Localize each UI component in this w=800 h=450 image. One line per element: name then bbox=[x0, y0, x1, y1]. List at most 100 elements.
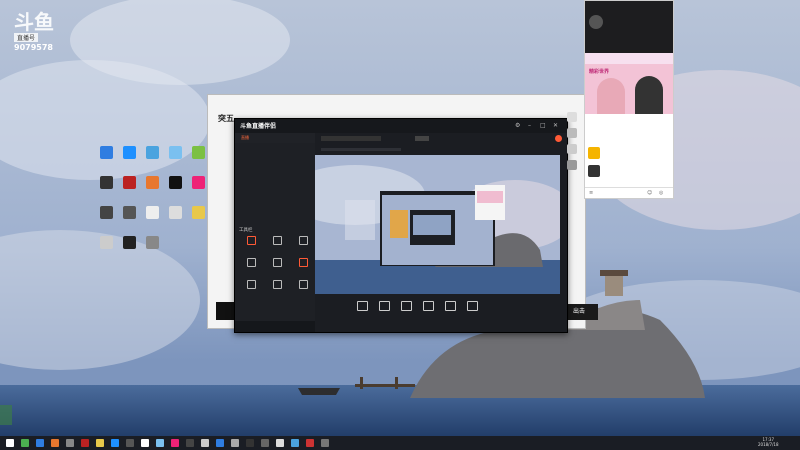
taskbar-app-icon[interactable] bbox=[66, 439, 74, 447]
close-icon[interactable]: ✕ bbox=[553, 122, 558, 129]
douyu-logo: 斗鱼 bbox=[14, 10, 54, 34]
streaming-app-window[interactable]: 斗鱼直播伴侣 ⚙ – □ ✕ 直播 工具栏 bbox=[234, 118, 568, 333]
desktop-icon[interactable] bbox=[95, 176, 117, 204]
desktop-icon[interactable] bbox=[187, 176, 209, 204]
edit-button[interactable] bbox=[415, 136, 429, 141]
taskbar-app-icon[interactable] bbox=[186, 439, 194, 447]
taskbar-app-icon[interactable] bbox=[126, 439, 134, 447]
tool-icon bbox=[298, 236, 308, 245]
taskbar-app-icon[interactable] bbox=[51, 439, 59, 447]
control-icon bbox=[466, 301, 478, 311]
desktop-icon[interactable] bbox=[141, 236, 163, 264]
desktop-icon[interactable] bbox=[187, 206, 209, 234]
taskbar-app-icon[interactable] bbox=[141, 439, 149, 447]
promo-banner[interactable]: 精彩世界 bbox=[585, 64, 673, 114]
desktop-icon[interactable] bbox=[118, 176, 140, 204]
app-icon bbox=[145, 176, 159, 189]
taskbar-app-icon[interactable] bbox=[36, 439, 44, 447]
sidebar-scene-item[interactable] bbox=[235, 143, 315, 153]
control-button[interactable] bbox=[459, 301, 485, 314]
tool-button[interactable] bbox=[291, 236, 315, 256]
tool-button[interactable] bbox=[291, 280, 315, 300]
emoji-icon[interactable]: ☺ bbox=[647, 190, 652, 196]
desktop-icon[interactable] bbox=[164, 206, 186, 234]
taskbar-app-icon[interactable] bbox=[291, 439, 299, 447]
taskbar-app-icon[interactable] bbox=[321, 439, 329, 447]
start-icon[interactable] bbox=[6, 439, 14, 447]
taskbar-app-icon[interactable] bbox=[276, 439, 284, 447]
desktop-icon[interactable] bbox=[187, 146, 209, 174]
list-item[interactable] bbox=[588, 164, 668, 178]
taskbar-app-icon[interactable] bbox=[306, 439, 314, 447]
app-icon bbox=[168, 176, 182, 189]
desktop-icon[interactable] bbox=[141, 146, 163, 174]
taskbar-app-icon[interactable] bbox=[111, 439, 119, 447]
desktop-icon[interactable] bbox=[141, 176, 163, 204]
taskbar-app-icon[interactable] bbox=[96, 439, 104, 447]
tool-button[interactable] bbox=[239, 236, 263, 256]
desktop-icon[interactable] bbox=[164, 176, 186, 204]
sidebar-scene-item[interactable] bbox=[235, 153, 315, 163]
settings-icon[interactable]: ⚙ bbox=[515, 122, 520, 129]
sidebar-scene-item[interactable] bbox=[235, 183, 315, 193]
app-icon bbox=[168, 146, 182, 159]
room-number: 9079578 bbox=[14, 43, 53, 52]
desktop-icon[interactable] bbox=[95, 206, 117, 234]
desktop-icon[interactable] bbox=[95, 146, 117, 174]
tab-live[interactable]: 直播 bbox=[241, 135, 249, 140]
desktop-icon[interactable] bbox=[118, 236, 140, 264]
tools-title: 工具栏 bbox=[239, 228, 253, 233]
taskbar-app-icon[interactable] bbox=[81, 439, 89, 447]
taskbar-app-icon[interactable] bbox=[246, 439, 254, 447]
taskbar-app-icon[interactable] bbox=[261, 439, 269, 447]
banner-title: 精彩世界 bbox=[589, 69, 610, 75]
tool-button[interactable] bbox=[265, 236, 289, 256]
app-icon bbox=[145, 146, 159, 159]
stream-info-row bbox=[315, 145, 567, 155]
chat-footer: ≡ ☺ ◎ bbox=[585, 187, 673, 198]
desktop-icon[interactable] bbox=[567, 112, 577, 122]
desktop-icon[interactable] bbox=[118, 206, 140, 234]
tool-button[interactable] bbox=[265, 258, 289, 278]
sidebar-footer bbox=[235, 321, 321, 332]
desktop-icon[interactable] bbox=[567, 144, 577, 154]
tool-button[interactable] bbox=[239, 258, 263, 278]
stream-info bbox=[321, 148, 401, 151]
desktop-icon[interactable] bbox=[164, 146, 186, 174]
tool-button[interactable] bbox=[265, 280, 289, 300]
control-icon bbox=[378, 301, 390, 311]
sidebar-scene-item[interactable] bbox=[235, 163, 315, 173]
tool-button[interactable] bbox=[291, 258, 315, 278]
taskbar-app-icon[interactable] bbox=[201, 439, 209, 447]
desktop-icon[interactable] bbox=[95, 236, 117, 264]
app-icon bbox=[191, 146, 205, 159]
list-item[interactable] bbox=[588, 146, 668, 160]
app-icon bbox=[122, 176, 136, 189]
app-icon bbox=[145, 206, 159, 219]
app-tabs: 直播 bbox=[235, 133, 315, 143]
gift-icon[interactable]: ◎ bbox=[659, 190, 663, 196]
maximize-icon[interactable]: □ bbox=[540, 122, 546, 129]
desktop-icon[interactable] bbox=[567, 128, 577, 138]
stream-title-row bbox=[315, 133, 567, 145]
tool-icon bbox=[298, 280, 308, 289]
menu-icon[interactable]: ≡ bbox=[589, 190, 593, 196]
minimize-icon[interactable]: – bbox=[528, 122, 531, 129]
sidebar-scene-item[interactable] bbox=[235, 173, 315, 183]
taskbar-app-icon[interactable] bbox=[216, 439, 224, 447]
sidebar-scene-item[interactable] bbox=[235, 203, 315, 213]
sidebar-scene-item[interactable] bbox=[235, 213, 315, 223]
desktop-icon[interactable] bbox=[118, 146, 140, 174]
taskbar-app-icon[interactable] bbox=[231, 439, 239, 447]
taskbar-app-icon[interactable] bbox=[171, 439, 179, 447]
title-field[interactable] bbox=[321, 136, 381, 141]
tool-button[interactable] bbox=[239, 280, 263, 300]
avatar[interactable] bbox=[589, 15, 603, 29]
taskbar-app-icon[interactable] bbox=[21, 439, 29, 447]
chat-tab-bar[interactable] bbox=[585, 53, 673, 64]
desktop-icon[interactable] bbox=[141, 206, 163, 234]
app-icon bbox=[122, 236, 136, 249]
desktop-icon[interactable] bbox=[567, 160, 577, 170]
taskbar-app-icon[interactable] bbox=[156, 439, 164, 447]
sidebar-scene-item[interactable] bbox=[235, 193, 315, 203]
